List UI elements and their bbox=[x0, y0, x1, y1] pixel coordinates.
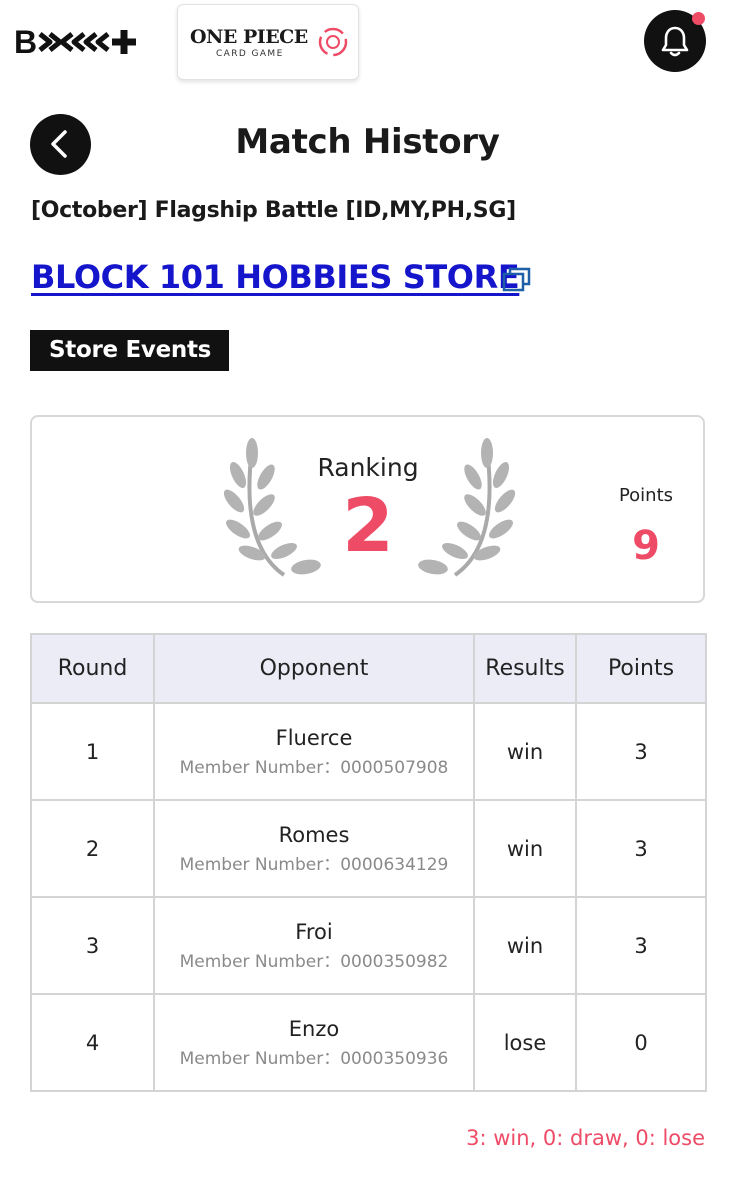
member-number-value: 0000634129 bbox=[340, 854, 449, 875]
opponent-cell: Romes Member Number：0000634129 bbox=[153, 799, 475, 898]
opponent-name: Enzo bbox=[288, 1016, 340, 1041]
notification-badge-dot bbox=[692, 12, 705, 25]
logo-title: ONE PIECE bbox=[190, 26, 308, 48]
member-number: Member Number：0000507908 bbox=[155, 755, 473, 781]
table-row: 4 Enzo Member Number：0000350936 lose 0 bbox=[30, 993, 707, 1092]
opponent-name: Froi bbox=[295, 919, 333, 944]
points-cell: 3 bbox=[575, 799, 707, 898]
round-cell: 1 bbox=[30, 702, 155, 801]
table-row: 3 Froi Member Number：0000350982 win 3 bbox=[30, 896, 707, 995]
event-type-badge: Store Events bbox=[30, 330, 229, 371]
round-cell: 2 bbox=[30, 799, 155, 898]
one-piece-card-game-logo[interactable]: ONE PIECE CARD GAME bbox=[177, 4, 359, 80]
points-legend: 3: win, 0: draw, 0: lose bbox=[466, 1126, 705, 1150]
column-header-points: Points bbox=[575, 633, 707, 704]
result-cell: win bbox=[473, 799, 577, 898]
opponent-cell: Fluerce Member Number：0000507908 bbox=[153, 702, 475, 801]
opponent-cell: Enzo Member Number：0000350936 bbox=[153, 993, 475, 1092]
member-number: Member Number：0000350982 bbox=[155, 949, 473, 975]
opponent-cell: Froi Member Number：0000350982 bbox=[153, 896, 475, 995]
bell-icon bbox=[661, 26, 689, 57]
external-link-icon[interactable] bbox=[502, 266, 532, 294]
match-history-table: Round Opponent Results Points 1 Fluerce … bbox=[30, 633, 707, 1092]
column-header-opponent: Opponent bbox=[153, 633, 475, 704]
bcg-plus-logo[interactable]: B bbox=[14, 22, 148, 62]
member-number-value: 0000350936 bbox=[340, 1048, 449, 1069]
table-row: 1 Fluerce Member Number：0000507908 win 3 bbox=[30, 702, 707, 801]
result-cell: win bbox=[473, 702, 577, 801]
member-number-label: Member Number： bbox=[179, 757, 341, 778]
column-header-round: Round bbox=[30, 633, 155, 704]
round-cell: 3 bbox=[30, 896, 155, 995]
points-cell: 0 bbox=[575, 993, 707, 1092]
table-header-row: Round Opponent Results Points bbox=[30, 633, 707, 704]
swirl-emblem-icon bbox=[318, 27, 348, 57]
event-name: [October] Flagship Battle [ID,MY,PH,SG] bbox=[31, 198, 516, 223]
member-number-value: 0000507908 bbox=[340, 757, 449, 778]
svg-text:B: B bbox=[14, 24, 37, 60]
member-number-label: Member Number： bbox=[179, 854, 341, 875]
page-title: Match History bbox=[235, 122, 500, 162]
opponent-name: Romes bbox=[278, 822, 350, 847]
table-row: 2 Romes Member Number：0000634129 win 3 bbox=[30, 799, 707, 898]
member-number-label: Member Number： bbox=[179, 1048, 341, 1069]
result-cell: win bbox=[473, 896, 577, 995]
logo-subtitle: CARD GAME bbox=[216, 49, 284, 59]
points-label: Points bbox=[618, 485, 674, 506]
column-header-results: Results bbox=[473, 633, 577, 704]
ranking-summary-card: Ranking 2 Points 9 bbox=[30, 415, 705, 603]
points-cell: 3 bbox=[575, 896, 707, 995]
member-number-label: Member Number： bbox=[179, 951, 341, 972]
round-cell: 4 bbox=[30, 993, 155, 1092]
member-number-value: 0000350982 bbox=[340, 951, 449, 972]
opponent-name: Fluerce bbox=[275, 725, 353, 750]
member-number: Member Number：0000350936 bbox=[155, 1046, 473, 1072]
points-value: 9 bbox=[632, 523, 660, 569]
result-cell: lose bbox=[473, 993, 577, 1092]
store-name-link[interactable]: BLOCK 101 HOBBIES STORE bbox=[31, 258, 520, 296]
app-header: B ONE PIECE CARD GAME bbox=[0, 0, 735, 90]
laurel-wreath-icon bbox=[418, 438, 516, 577]
points-cell: 3 bbox=[575, 702, 707, 801]
member-number: Member Number：0000634129 bbox=[155, 852, 473, 878]
